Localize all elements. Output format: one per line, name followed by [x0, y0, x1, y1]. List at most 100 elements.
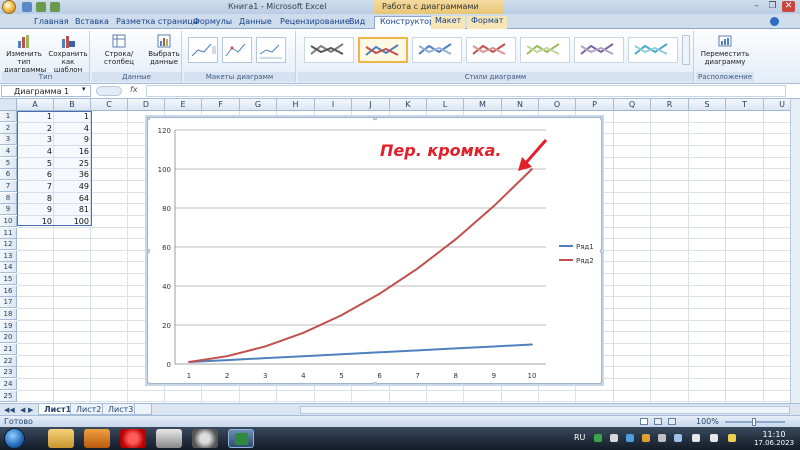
formula-input[interactable]: [146, 85, 786, 97]
excel-taskbar-icon[interactable]: [228, 429, 254, 448]
cell-a2[interactable]: 2: [17, 123, 54, 134]
select-data-button[interactable]: Выбрать данные: [148, 33, 180, 66]
clock-date[interactable]: 17.06.2023: [752, 439, 796, 447]
cell-a4[interactable]: 4: [17, 146, 54, 157]
start-button[interactable]: [4, 428, 25, 449]
save-as-template-button[interactable]: Сохранить как шаблон: [48, 33, 88, 74]
select-all-corner[interactable]: [0, 99, 17, 111]
network-icon[interactable]: [692, 434, 700, 442]
column-header-a[interactable]: A: [17, 99, 54, 111]
sheet-prev-icon[interactable]: ◀: [20, 406, 25, 414]
volume-icon[interactable]: [710, 434, 718, 442]
cell-a9[interactable]: 9: [17, 204, 54, 215]
cell-a10[interactable]: 10: [17, 216, 54, 227]
language-indicator[interactable]: RU: [574, 433, 585, 442]
column-header-h[interactable]: H: [277, 99, 315, 111]
chevron-down-icon[interactable]: ▾: [82, 85, 86, 93]
sheet-next-icon[interactable]: ▶: [28, 406, 33, 414]
change-chart-type-button[interactable]: Изменить тип диаграммы: [4, 33, 46, 74]
cell-b8[interactable]: 64: [54, 193, 91, 204]
sheet-first-icon[interactable]: ◀◀: [4, 406, 15, 414]
page-break-view-icon[interactable]: [668, 418, 676, 425]
styles-gallery-scroll[interactable]: [682, 35, 690, 65]
cell-a1[interactable]: 1: [17, 111, 54, 122]
zoom-level[interactable]: 100%: [696, 417, 719, 426]
column-header-i[interactable]: I: [315, 99, 352, 111]
tray-icon-2[interactable]: [610, 434, 618, 442]
row-header-12[interactable]: 12: [0, 239, 17, 251]
row-header-23[interactable]: 23: [0, 367, 17, 379]
chart-layout-3[interactable]: [256, 37, 286, 63]
fx-icon[interactable]: fx: [130, 85, 138, 94]
row-header-10[interactable]: 10: [0, 215, 17, 227]
column-header-o[interactable]: O: [539, 99, 576, 111]
row-header-18[interactable]: 18: [0, 309, 17, 321]
page-layout-view-icon[interactable]: [654, 418, 662, 425]
row-header-13[interactable]: 13: [0, 250, 17, 262]
minimize-icon[interactable]: –: [750, 1, 763, 12]
zoom-slider-thumb[interactable]: [752, 418, 756, 426]
column-header-f[interactable]: F: [202, 99, 240, 111]
maximize-icon[interactable]: ❐: [766, 1, 779, 12]
chart-style-4[interactable]: [466, 37, 516, 63]
cell-b4[interactable]: 16: [54, 146, 91, 157]
chart-layout-1[interactable]: [188, 37, 218, 63]
cell-b9[interactable]: 81: [54, 204, 91, 215]
column-header-r[interactable]: R: [651, 99, 689, 111]
column-header-j[interactable]: J: [352, 99, 390, 111]
chart-style-6[interactable]: [574, 37, 624, 63]
row-header-20[interactable]: 20: [0, 332, 17, 344]
chart-style-1[interactable]: [304, 37, 354, 63]
film-reel-icon[interactable]: [192, 429, 218, 448]
row-header-4[interactable]: 4: [0, 145, 17, 157]
tab-insert[interactable]: Вставка: [75, 16, 109, 29]
tray-icon-1[interactable]: [594, 434, 602, 442]
row-header-7[interactable]: 7: [0, 180, 17, 192]
column-header-u[interactable]: U: [764, 99, 790, 111]
notification-icon[interactable]: [728, 434, 736, 442]
column-header-l[interactable]: L: [427, 99, 464, 111]
calendar-icon[interactable]: [156, 429, 182, 448]
row-header-8[interactable]: 8: [0, 192, 17, 204]
cell-a8[interactable]: 8: [17, 193, 54, 204]
row-header-24[interactable]: 24: [0, 378, 17, 390]
row-header-11[interactable]: 11: [0, 227, 17, 239]
cell-a3[interactable]: 3: [17, 134, 54, 145]
tab-layout[interactable]: Макет: [431, 16, 466, 29]
help-icon[interactable]: [770, 17, 779, 26]
tray-icon-3[interactable]: [626, 434, 634, 442]
row-header-22[interactable]: 22: [0, 355, 17, 367]
tab-format[interactable]: Формат: [467, 16, 508, 29]
row-header-15[interactable]: 15: [0, 274, 17, 286]
tray-icon-5[interactable]: [658, 434, 666, 442]
line-chart[interactable]: 0 20 40 60 80 100 120 1 2 3 4 5 6 7 8 9 10 Ряд1 Ряд2 Пер. к…: [147, 117, 603, 385]
cell-b5[interactable]: 25: [54, 158, 91, 169]
row-header-25[interactable]: 25: [0, 390, 17, 402]
chart-style-3[interactable]: [412, 37, 462, 63]
media-player-icon[interactable]: [84, 429, 110, 448]
row-header-6[interactable]: 6: [0, 169, 17, 181]
cell-a7[interactable]: 7: [17, 181, 54, 192]
chart-style-5[interactable]: [520, 37, 570, 63]
cell-b10[interactable]: 100: [54, 216, 91, 227]
chart-layout-2[interactable]: [222, 37, 252, 63]
cell-b7[interactable]: 49: [54, 181, 91, 192]
row-header-14[interactable]: 14: [0, 262, 17, 274]
tab-formulas[interactable]: Формулы: [193, 16, 232, 29]
row-header-5[interactable]: 5: [0, 157, 17, 169]
row-header-1[interactable]: 1: [0, 111, 17, 122]
cell-a5[interactable]: 5: [17, 158, 54, 169]
row-header-16[interactable]: 16: [0, 285, 17, 297]
tab-data[interactable]: Данные: [239, 16, 272, 29]
row-header-3[interactable]: 3: [0, 134, 17, 146]
column-header-t[interactable]: T: [726, 99, 764, 111]
column-header-s[interactable]: S: [689, 99, 726, 111]
tray-icon-4[interactable]: [642, 434, 650, 442]
column-header-m[interactable]: M: [464, 99, 502, 111]
redo-icon[interactable]: [50, 2, 60, 12]
tab-home[interactable]: Главная: [34, 16, 69, 29]
row-header-17[interactable]: 17: [0, 297, 17, 309]
name-box[interactable]: Диаграмма 1: [1, 85, 91, 97]
office-button[interactable]: [2, 0, 16, 14]
column-header-b[interactable]: B: [54, 99, 91, 111]
